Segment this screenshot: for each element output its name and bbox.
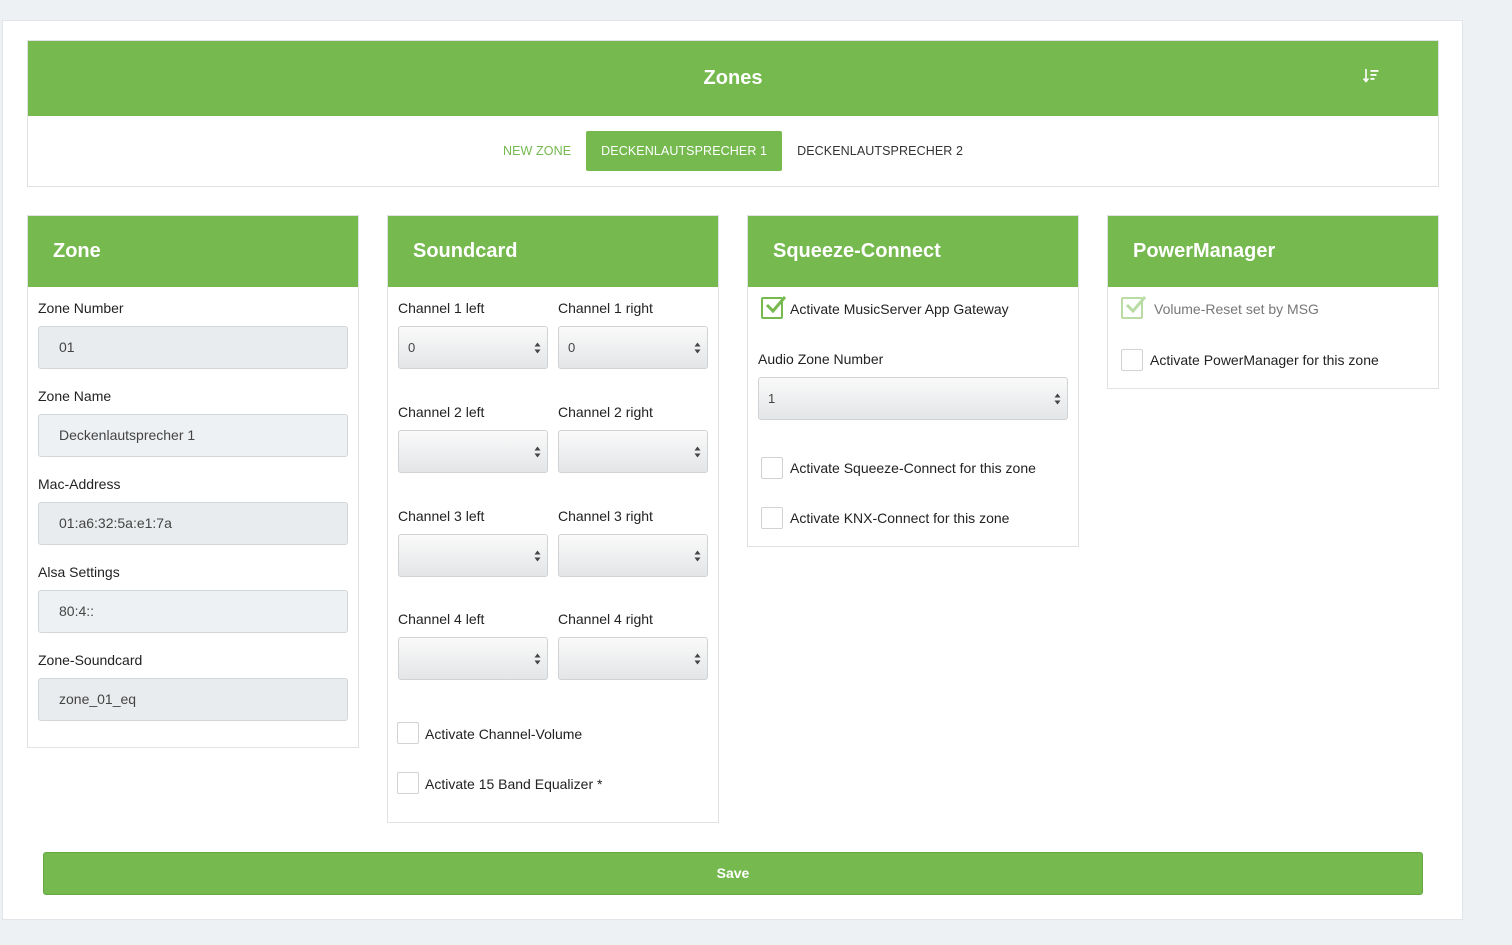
squeeze-connect-checkbox[interactable]: [761, 457, 783, 479]
channel-2-right-select[interactable]: [558, 430, 708, 473]
power-manager-checkbox[interactable]: [1121, 349, 1143, 371]
save-button[interactable]: Save: [43, 852, 1423, 895]
gateway-checkbox[interactable]: [761, 296, 786, 319]
checkmark-icon: [1125, 296, 1146, 314]
channel-3-right-label: Channel 3 right: [558, 508, 653, 524]
sort-descending-icon[interactable]: [1362, 67, 1380, 85]
alsa-settings-field[interactable]: 80:4::: [38, 590, 348, 633]
zone-panel-title: Zone: [28, 216, 358, 287]
channel-1-right-select[interactable]: 0: [558, 326, 708, 369]
soundcard-panel-title: Soundcard: [388, 216, 718, 287]
select-arrows-icon: [1054, 393, 1061, 405]
channel-1-left-label: Channel 1 left: [398, 300, 485, 316]
zone-name-label: Zone Name: [38, 388, 112, 404]
tab-deckenlautsprecher-2[interactable]: DECKENLAUTSPRECHER 2: [782, 131, 978, 171]
select-arrows-icon: [534, 653, 541, 665]
channel-4-right-select[interactable]: [558, 637, 708, 680]
zone-number-label: Zone Number: [38, 300, 124, 316]
zones-box: Zones NEW ZONE DECKENLAUTSPRECHER 1 DECK…: [27, 40, 1439, 187]
channel-3-right-select[interactable]: [558, 534, 708, 577]
page-title: Zones: [703, 67, 763, 89]
squeeze-connect-panel: Squeeze-Connect Activate MusicServer App…: [747, 215, 1079, 547]
select-value: 1: [768, 391, 776, 406]
tab-new-zone[interactable]: NEW ZONE: [488, 131, 586, 171]
select-arrows-icon: [694, 653, 701, 665]
zone-name-field[interactable]: Deckenlautsprecher 1: [38, 414, 348, 457]
mac-address-label: Mac-Address: [38, 476, 121, 492]
select-value: 0: [568, 340, 576, 355]
zone-tabs: NEW ZONE DECKENLAUTSPRECHER 1 DECKENLAUT…: [28, 131, 1438, 171]
squeeze-connect-label: Activate Squeeze-Connect for this zone: [790, 460, 1036, 476]
channel-volume-label: Activate Channel-Volume: [425, 726, 583, 742]
channel-1-right-label: Channel 1 right: [558, 300, 653, 316]
channel-2-right-label: Channel 2 right: [558, 404, 653, 420]
channel-4-left-select[interactable]: [398, 637, 548, 680]
channel-4-right-label: Channel 4 right: [558, 611, 653, 627]
select-arrows-icon: [694, 550, 701, 562]
channel-1-left-select[interactable]: 0: [398, 326, 548, 369]
knx-connect-checkbox[interactable]: [761, 507, 783, 529]
zone-number-field[interactable]: 01: [38, 326, 348, 369]
select-value: 0: [408, 340, 416, 355]
channel-volume-checkbox[interactable]: [397, 722, 419, 744]
checkmark-icon: [765, 296, 786, 314]
mac-address-field[interactable]: 01:a6:32:5a:e1:7a: [38, 502, 348, 545]
power-manager-panel-title: PowerManager: [1108, 216, 1438, 287]
alsa-settings-label: Alsa Settings: [38, 564, 120, 580]
channel-2-left-select[interactable]: [398, 430, 548, 473]
equalizer-label: Activate 15 Band Equalizer *: [425, 776, 603, 792]
gateway-label: Activate MusicServer App Gateway: [790, 301, 1009, 317]
select-arrows-icon: [694, 446, 701, 458]
select-arrows-icon: [534, 342, 541, 354]
channel-2-left-label: Channel 2 left: [398, 404, 485, 420]
select-arrows-icon: [534, 446, 541, 458]
soundcard-panel: Soundcard Channel 1 left Channel 1 right…: [387, 215, 719, 823]
audio-zone-select[interactable]: 1: [758, 377, 1068, 420]
zone-soundcard-label: Zone-Soundcard: [38, 652, 143, 668]
channel-3-left-label: Channel 3 left: [398, 508, 485, 524]
power-manager-panel: PowerManager Volume-Reset set by MSG Act…: [1107, 215, 1439, 389]
channel-4-left-label: Channel 4 left: [398, 611, 485, 627]
select-arrows-icon: [694, 342, 701, 354]
channel-3-left-select[interactable]: [398, 534, 548, 577]
zone-soundcard-field[interactable]: zone_01_eq: [38, 678, 348, 721]
equalizer-checkbox[interactable]: [397, 772, 419, 794]
knx-connect-label: Activate KNX-Connect for this zone: [790, 510, 1010, 526]
zones-header: Zones: [28, 41, 1438, 116]
volume-reset-checkbox[interactable]: [1121, 296, 1146, 319]
audio-zone-label: Audio Zone Number: [758, 351, 884, 367]
tab-deckenlautsprecher-1[interactable]: DECKENLAUTSPRECHER 1: [586, 131, 783, 171]
select-arrows-icon: [534, 550, 541, 562]
power-manager-label: Activate PowerManager for this zone: [1150, 352, 1379, 368]
zone-panel: Zone Zone Number 01 Zone Name Deckenlaut…: [27, 215, 359, 748]
volume-reset-label: Volume-Reset set by MSG: [1154, 301, 1319, 317]
squeeze-connect-panel-title: Squeeze-Connect: [748, 216, 1078, 287]
